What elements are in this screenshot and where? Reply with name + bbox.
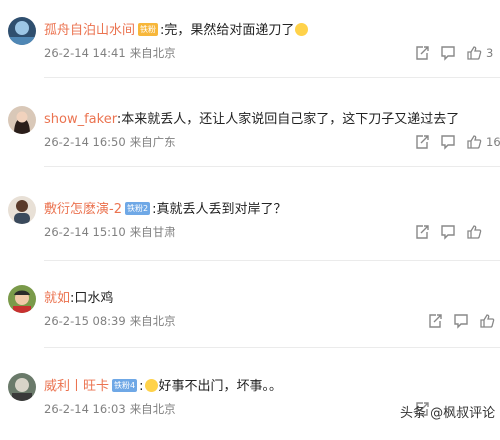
- comment-meta: 26-2-14 14:41 来自北京: [44, 44, 176, 62]
- divider: [44, 260, 500, 261]
- avatar[interactable]: [8, 373, 36, 401]
- comment-icon[interactable]: [440, 134, 456, 150]
- comment-icon[interactable]: [440, 45, 456, 61]
- comment-actions: [412, 312, 500, 330]
- comment-separator: :: [139, 379, 144, 394]
- comment-line: 敷衍怎麽演-2 铁粉2:真就丢人丢到对岸了？: [44, 199, 494, 221]
- like-icon[interactable]: [466, 224, 482, 240]
- comment-text: 完，果然给对面递刀了: [164, 23, 295, 38]
- username-link[interactable]: 威利丨旺卡: [44, 379, 109, 394]
- fan-badge[interactable]: 铁粉2: [124, 202, 151, 215]
- smile-emoji-icon: [295, 23, 309, 36]
- comment-line: show_faker:本来就丢人，还让人家说回自己家了，这下刀子又递过去了: [44, 109, 494, 131]
- comment-date: 26-2-14 14:41: [44, 46, 126, 60]
- avatar[interactable]: [8, 196, 36, 224]
- divider: [44, 77, 500, 78]
- comment-date: 26-2-14 16:50: [44, 135, 126, 149]
- fan-badge[interactable]: 铁粉4: [112, 379, 138, 392]
- like-icon[interactable]: [466, 134, 482, 150]
- divider: [44, 347, 500, 348]
- username-link[interactable]: 孤舟自泊山水间: [44, 23, 135, 38]
- comment-icon[interactable]: [453, 313, 469, 329]
- comment-date: 26-2-15 08:39: [44, 314, 126, 328]
- like-icon[interactable]: [479, 313, 495, 329]
- like-icon[interactable]: [466, 45, 482, 61]
- comment-actions: [412, 223, 500, 241]
- comment-meta: 26-2-14 16:03 来自北京: [44, 400, 176, 418]
- username-link[interactable]: 就如: [44, 291, 70, 306]
- comment-location: 来自北京: [129, 402, 176, 416]
- avatar[interactable]: [8, 106, 36, 134]
- fan-badge[interactable]: 铁粉: [138, 23, 159, 36]
- comment-location: 来自甘肃: [129, 225, 176, 239]
- comment-date: 26-2-14 15:10: [44, 225, 126, 239]
- username-link[interactable]: show_faker: [44, 112, 117, 127]
- share-icon[interactable]: [414, 134, 430, 150]
- share-icon[interactable]: [414, 224, 430, 240]
- comment-actions: 16: [412, 133, 500, 151]
- comment-text: 本来就丢人，还让人家说回自己家了，这下刀子又递过去了: [121, 112, 460, 127]
- sweat-emoji-icon: [144, 379, 158, 392]
- username-link[interactable]: 敷衍怎麽演-2: [44, 202, 122, 217]
- comment-meta: 26-2-14 15:10 来自甘肃: [44, 223, 176, 241]
- comment-icon[interactable]: [440, 224, 456, 240]
- comment-line: 就如:口水鸡: [44, 288, 494, 310]
- comment-date: 26-2-14 16:03: [44, 402, 126, 416]
- comment-actions: 3: [412, 44, 500, 62]
- comment-text: 真就丢人丢到对岸了？: [156, 202, 287, 217]
- avatar[interactable]: [8, 17, 36, 45]
- avatar[interactable]: [8, 285, 36, 313]
- comment-location: 来自北京: [129, 314, 176, 328]
- comment-line: 孤舟自泊山水间 铁粉:完，果然给对面递刀了: [44, 20, 494, 42]
- share-icon[interactable]: [427, 313, 443, 329]
- comment-line: 威利丨旺卡 铁粉4: 好事不出门，坏事。。: [44, 376, 494, 398]
- watermark: 头条 @枫叔评论: [400, 406, 496, 421]
- comment-meta: 26-2-15 08:39 来自北京: [44, 312, 176, 330]
- divider: [44, 166, 500, 167]
- comment-text: 口水鸡: [74, 291, 114, 306]
- comment-text: 好事不出门，坏事。。: [158, 379, 283, 394]
- comment-location: 来自北京: [129, 46, 176, 60]
- like-count: 16: [486, 135, 500, 149]
- comment-meta: 26-2-14 16:50 来自广东: [44, 133, 176, 151]
- like-count: 3: [486, 46, 494, 60]
- share-icon[interactable]: [414, 45, 430, 61]
- comment-location: 来自广东: [129, 135, 176, 149]
